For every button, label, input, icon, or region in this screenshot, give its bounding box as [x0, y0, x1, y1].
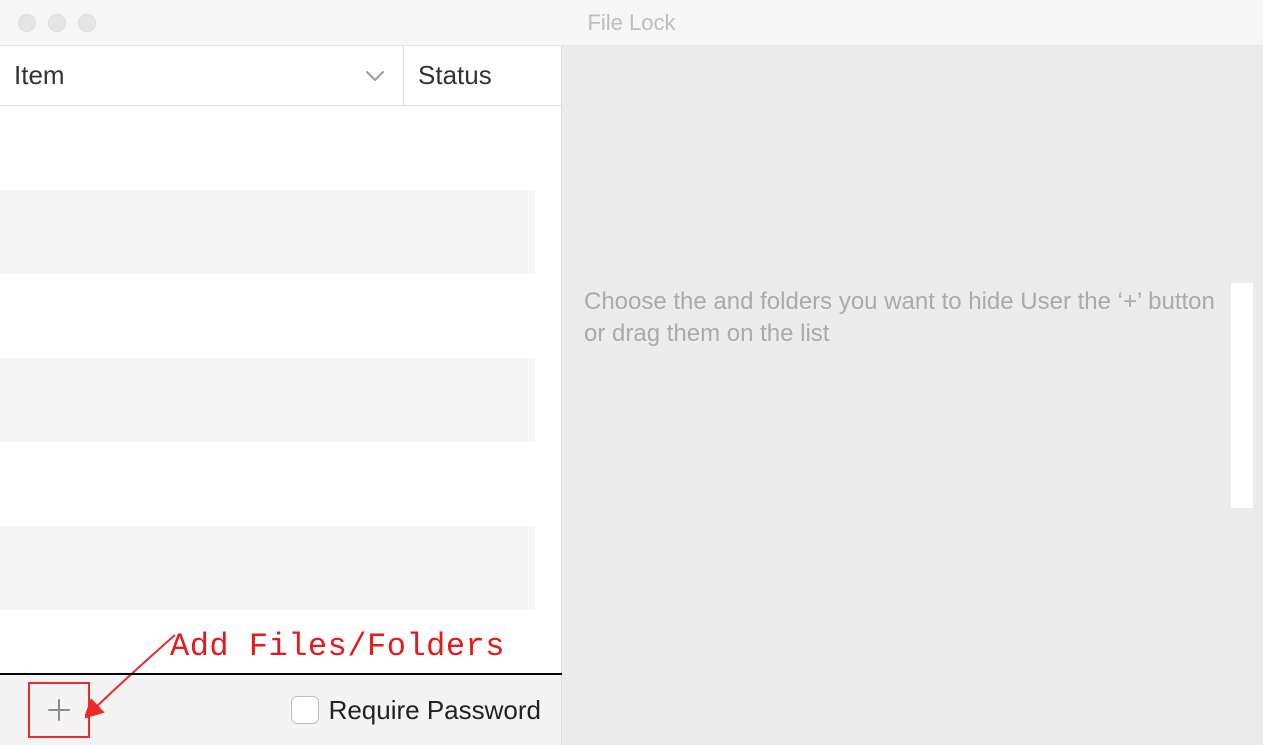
- table-row: [0, 106, 535, 190]
- list-divider: [0, 673, 562, 675]
- column-header-item[interactable]: Item: [0, 46, 404, 105]
- require-password-label: Require Password: [329, 695, 541, 726]
- right-panel: Choose the and folders you want to hide …: [562, 46, 1263, 745]
- left-panel-footer: Require Password: [0, 675, 561, 745]
- table-header-row: Item Status: [0, 46, 561, 106]
- table-row: [0, 526, 535, 610]
- add-button[interactable]: [28, 682, 90, 738]
- table-row: [0, 274, 535, 358]
- column-header-status[interactable]: Status: [404, 46, 561, 105]
- column-header-status-label: Status: [418, 60, 492, 91]
- content-body: Item Status Add Files/Folders: [0, 46, 1263, 745]
- table-row: [0, 358, 535, 442]
- file-list[interactable]: Add Files/Folders: [0, 106, 535, 675]
- zoom-window-button[interactable]: [78, 14, 96, 32]
- table-row: [0, 190, 535, 274]
- window-title: File Lock: [0, 10, 1263, 36]
- window-controls: [18, 14, 96, 32]
- table-row: [0, 442, 535, 526]
- column-header-item-label: Item: [14, 60, 65, 91]
- plus-icon: [45, 696, 73, 724]
- chevron-down-icon: [361, 62, 389, 90]
- annotation-label: Add Files/Folders: [170, 628, 505, 665]
- left-panel: Item Status Add Files/Folders: [0, 46, 562, 745]
- close-window-button[interactable]: [18, 14, 36, 32]
- titlebar: File Lock: [0, 0, 1263, 46]
- app-window: File Lock Item Status: [0, 0, 1263, 745]
- minimize-window-button[interactable]: [48, 14, 66, 32]
- scrollbar-thumb[interactable]: [1231, 283, 1253, 508]
- empty-state-hint: Choose the and folders you want to hide …: [584, 286, 1218, 350]
- require-password-option: Require Password: [291, 695, 541, 726]
- require-password-checkbox[interactable]: [291, 696, 319, 724]
